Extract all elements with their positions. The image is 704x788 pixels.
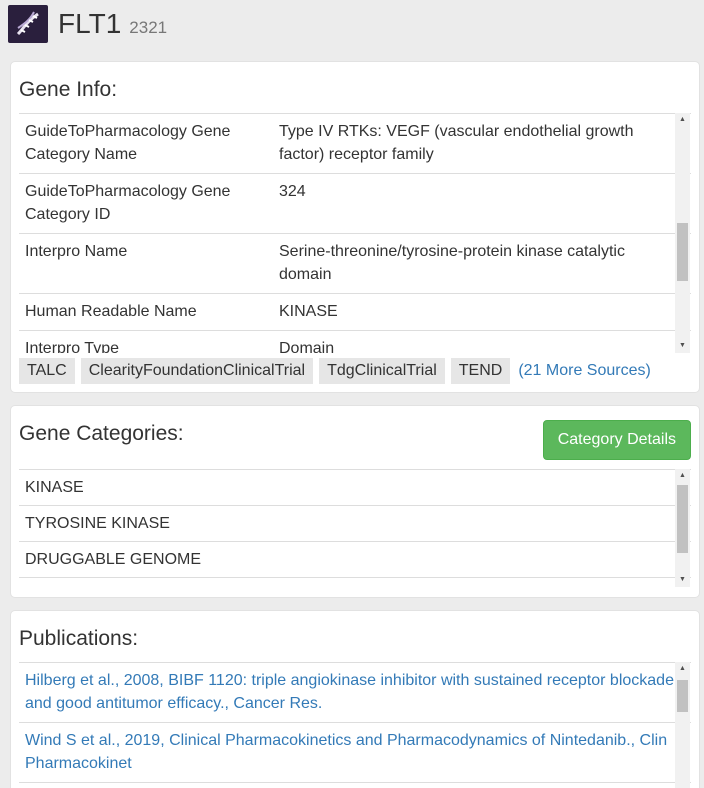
row-value: Domain	[279, 340, 335, 353]
scroll-up-arrow-icon[interactable]: ▲	[675, 113, 690, 127]
scroll-down-arrow-icon[interactable]: ▼	[675, 573, 690, 587]
publications-list[interactable]: Hilberg et al., 2008, BIBF 1120: triple …	[19, 662, 691, 788]
row-value: Type IV RTKs: VEGF (vascular endothelial…	[279, 123, 634, 163]
source-tag[interactable]: ClearityFoundationClinicalTrial	[80, 358, 314, 384]
row-key: Interpro Type	[25, 340, 119, 353]
publications-scrollbar[interactable]: ▲	[675, 662, 690, 788]
table-row: GuideToPharmacology Gene Category ID 324	[19, 174, 691, 234]
scroll-thumb[interactable]	[677, 223, 688, 281]
scroll-up-arrow-icon[interactable]: ▲	[675, 662, 690, 676]
gene-info-panel: Gene Info: GuideToPharmacology Gene Cate…	[10, 61, 700, 393]
row-value: 324	[279, 183, 306, 200]
sources-list: TALC ClearityFoundationClinicalTrial Tdg…	[19, 358, 651, 384]
row-key: GuideToPharmacology Gene Category ID	[25, 183, 231, 223]
publication-link[interactable]: Hilberg et al., 2008, BIBF 1120: triple …	[19, 663, 691, 723]
gene-categories-panel: Gene Categories: Category Details KINASE…	[10, 405, 700, 598]
source-tag[interactable]: TdgClinicalTrial	[319, 358, 445, 384]
scroll-thumb[interactable]	[677, 485, 688, 553]
gene-id: 2321	[129, 18, 168, 37]
list-item: TYROSINE KINASE	[19, 506, 691, 542]
row-value: Serine-threonine/tyrosine-protein kinase…	[279, 243, 625, 283]
list-item: KINASE	[19, 470, 691, 506]
page-header: FLT1 2321	[8, 4, 167, 44]
publications-panel: Publications: Hilberg et al., 2008, BIBF…	[10, 610, 700, 788]
source-tag[interactable]: TALC	[19, 358, 75, 384]
dna-icon	[8, 5, 48, 43]
scroll-up-arrow-icon[interactable]: ▲	[675, 469, 690, 483]
gene-info-table[interactable]: GuideToPharmacology Gene Category Name T…	[19, 113, 691, 353]
row-value: KINASE	[279, 303, 338, 320]
publication-link[interactable]: Wind S et al., 2019, Clinical Pharmacoki…	[19, 723, 691, 783]
row-key: Human Readable Name	[25, 303, 197, 320]
gene-title: FLT1	[58, 8, 122, 39]
scroll-down-arrow-icon[interactable]: ▼	[675, 339, 690, 353]
source-tag[interactable]: TEND	[450, 358, 511, 384]
scroll-thumb[interactable]	[677, 680, 688, 712]
table-row: Human Readable Name KINASE	[19, 294, 691, 331]
gene-info-scrollbar[interactable]: ▲ ▼	[675, 113, 690, 353]
row-key: GuideToPharmacology Gene Category Name	[25, 123, 231, 163]
gene-categories-title: Gene Categories:	[19, 422, 184, 445]
gene-categories-list[interactable]: KINASE TYROSINE KINASE DRUGGABLE GENOME	[19, 469, 691, 587]
publications-title: Publications:	[19, 627, 139, 650]
more-sources-link[interactable]: (21 More Sources)	[518, 362, 651, 380]
table-row: Interpro Type Domain	[19, 331, 691, 353]
categories-scrollbar[interactable]: ▲ ▼	[675, 469, 690, 587]
category-details-button[interactable]: Category Details	[542, 420, 691, 460]
row-key: Interpro Name	[25, 243, 128, 260]
list-item: DRUGGABLE GENOME	[19, 542, 691, 578]
table-row: GuideToPharmacology Gene Category Name T…	[19, 114, 691, 174]
table-row: Interpro Name Serine-threonine/tyrosine-…	[19, 234, 691, 294]
gene-info-title: Gene Info:	[19, 78, 118, 101]
